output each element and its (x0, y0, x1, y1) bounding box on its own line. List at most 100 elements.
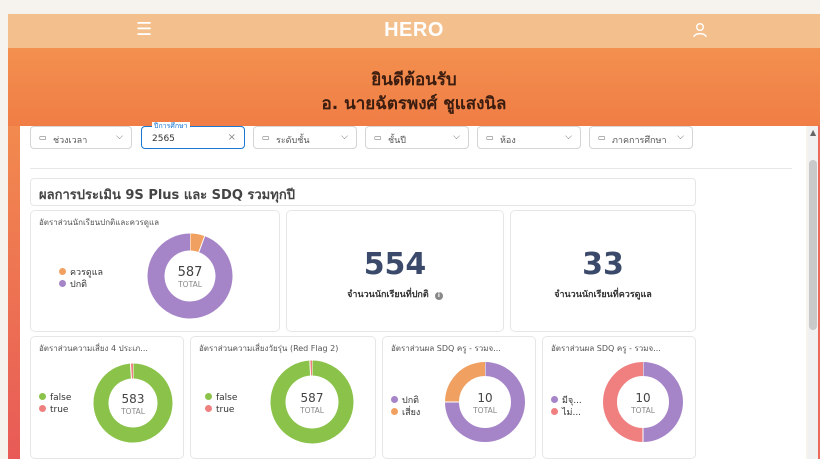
filter-semester[interactable]: ▭ ภาคการศึกษา ⌵ (589, 126, 693, 149)
filter-label: ช่วงเวลา (53, 136, 88, 146)
legend-label: false (216, 393, 238, 403)
legend-item: false (39, 393, 71, 405)
donut-total: 587 (177, 265, 203, 280)
legend-label: ไม่... (562, 408, 582, 418)
user-icon[interactable] (692, 22, 708, 42)
legend-item: มีจุ... (551, 393, 582, 406)
legend-label: เสี่ยง (402, 408, 421, 418)
legend-label: false (50, 393, 72, 403)
legend-label: true (50, 405, 69, 415)
chart-legend: ปกติ เสี่ยง (391, 393, 421, 418)
red-flag-card: อัตราส่วนความเสี่ยงวัยรุ่น (Red Flag 2) … (190, 336, 376, 459)
donut-total: 587 (300, 391, 324, 405)
stat-label: จำนวนนักเรียนที่ควรดูแล (554, 290, 652, 300)
legend-item: ปกติ (391, 393, 420, 406)
donut-total-label: TOTAL (178, 280, 202, 289)
background-strip (8, 126, 20, 459)
card-title: อัตราส่วนนักเรียนปกติและควรดูแล (39, 218, 159, 227)
donut-chart: 587 TOTAL (269, 359, 355, 445)
donut-chart: 583 TOTAL (92, 362, 174, 444)
donut-total-label: TOTAL (631, 406, 655, 415)
legend-dot (59, 280, 66, 287)
filter-value: 2565 (152, 134, 175, 144)
stat-value: 554 (363, 247, 427, 282)
legend-dot (551, 396, 558, 403)
donut-slice (189, 233, 205, 253)
chevron-down-icon: ⌵ (565, 132, 572, 142)
scroll-up-icon[interactable]: ▲ (810, 128, 816, 137)
legend-item: ไม่... (551, 405, 582, 418)
calendar-icon: ▭ (39, 133, 47, 142)
legend-dot (59, 268, 66, 275)
donut-total-label: TOTAL (473, 406, 497, 415)
stat-value: 33 (582, 247, 624, 282)
donut-total-label: TOTAL (300, 406, 324, 415)
legend-item: ปกติ (59, 277, 103, 290)
scrollbar-thumb[interactable] (809, 160, 817, 330)
stat-card-normal: 554 จำนวนนักเรียนที่ปกติ i (286, 210, 504, 332)
legend-dot (391, 408, 398, 415)
filter-room[interactable]: ▭ ห้อง ⌵ (477, 126, 581, 149)
filter-academic-year[interactable]: ปีการศึกษา 2565 × (141, 122, 245, 149)
legend-item: เสี่ยง (391, 405, 421, 418)
chart-legend: ควรดูแล ปกติ (59, 265, 103, 290)
filter-label: ชั้นปี (388, 136, 406, 146)
legend-item: ควรดูแล (59, 265, 103, 278)
chevron-down-icon: ⌵ (116, 132, 123, 142)
tag-icon: ▭ (374, 133, 382, 142)
filter-label: ระดับชั้น (276, 136, 310, 146)
legend-dot (391, 396, 398, 403)
filter-level[interactable]: ▭ ระดับชั้น ⌵ (253, 126, 357, 149)
chevron-down-icon: ⌵ (677, 132, 684, 142)
donut-chart: 587 TOTAL (147, 233, 233, 319)
chevron-down-icon: ⌵ (341, 132, 348, 142)
welcome-banner: ยินดีต้อนรับ อ. นายฉัตรพงศ์ ชูแสงนิล (8, 48, 820, 126)
donut-total-label: TOTAL (121, 407, 145, 416)
filter-floating-label: ปีการศึกษา (152, 122, 190, 130)
legend-label: ปกติ (70, 280, 88, 290)
donut-chart: 10 TOTAL (601, 360, 685, 444)
tag-icon: ▭ (598, 133, 606, 142)
chevron-down-icon: ⌵ (453, 132, 460, 142)
welcome-text: ยินดีต้อนรับ (371, 70, 457, 90)
clear-icon[interactable]: × (228, 132, 236, 143)
chart-legend: false true (39, 393, 71, 417)
donut-total: 10 (635, 391, 651, 405)
filter-label: ห้อง (500, 136, 516, 146)
legend-item: true (205, 405, 237, 417)
stat-label-text: จำนวนนักเรียนที่ปกติ (347, 290, 429, 300)
donut-chart: 10 TOTAL (443, 360, 527, 444)
teacher-name: อ. นายฉัตรพงศ์ ชูแสงนิล (321, 94, 507, 114)
tag-icon: ▭ (262, 133, 270, 142)
top-app-bar: ☰ HERO (8, 14, 820, 48)
legend-item: true (39, 405, 71, 417)
donut-total: 10 (477, 391, 493, 405)
filter-period[interactable]: ▭ ช่วงเวลา ⌵ (30, 126, 132, 149)
info-icon[interactable]: i (434, 292, 443, 300)
card-title: อัตราส่วนผล SDQ ครู - รวมจ... (551, 344, 661, 353)
stat-card-care: 33 จำนวนนักเรียนที่ควรดูแล (510, 210, 696, 332)
legend-dot (205, 393, 212, 400)
card-title: อัตราส่วนผล SDQ ครู - รวมจ... (391, 344, 501, 353)
legend-label: true (216, 405, 235, 415)
legend-dot (39, 405, 46, 412)
legend-dot (205, 405, 212, 412)
filter-label: ภาคการศึกษา (612, 136, 667, 146)
tag-icon: ▭ (486, 133, 494, 142)
card-title: อัตราส่วนความเสี่ยง 4 ประเภ... (39, 344, 148, 353)
donut-total: 583 (121, 392, 145, 406)
legend-dot (551, 408, 558, 415)
filter-grade[interactable]: ▭ ชั้นปี ⌵ (365, 126, 469, 149)
chart-legend: มีจุ... ไม่... (551, 393, 582, 418)
section-title: ผลการประเมิน 9S Plus และ SDQ รวมทุกปี (30, 178, 696, 206)
sdq-teacher-card-1: อัตราส่วนผล SDQ ครู - รวมจ... ปกติ เสี่ย… (382, 336, 536, 459)
stat-label: จำนวนนักเรียนที่ปกติ i (287, 287, 503, 301)
chart-legend: false true (205, 393, 237, 417)
sdq-teacher-card-2: อัตราส่วนผล SDQ ครู - รวมจ... มีจุ... ไม… (542, 336, 696, 459)
divider (30, 168, 792, 169)
legend-dot (39, 393, 46, 400)
summary-ratio-card: อัตราส่วนนักเรียนปกติและควรดูแล ควรดูแล … (30, 210, 280, 332)
card-title: อัตราส่วนความเสี่ยงวัยรุ่น (Red Flag 2) (199, 344, 339, 353)
legend-item: false (205, 393, 237, 405)
risk-4-types-card: อัตราส่วนความเสี่ยง 4 ประเภ... false tru… (30, 336, 184, 459)
